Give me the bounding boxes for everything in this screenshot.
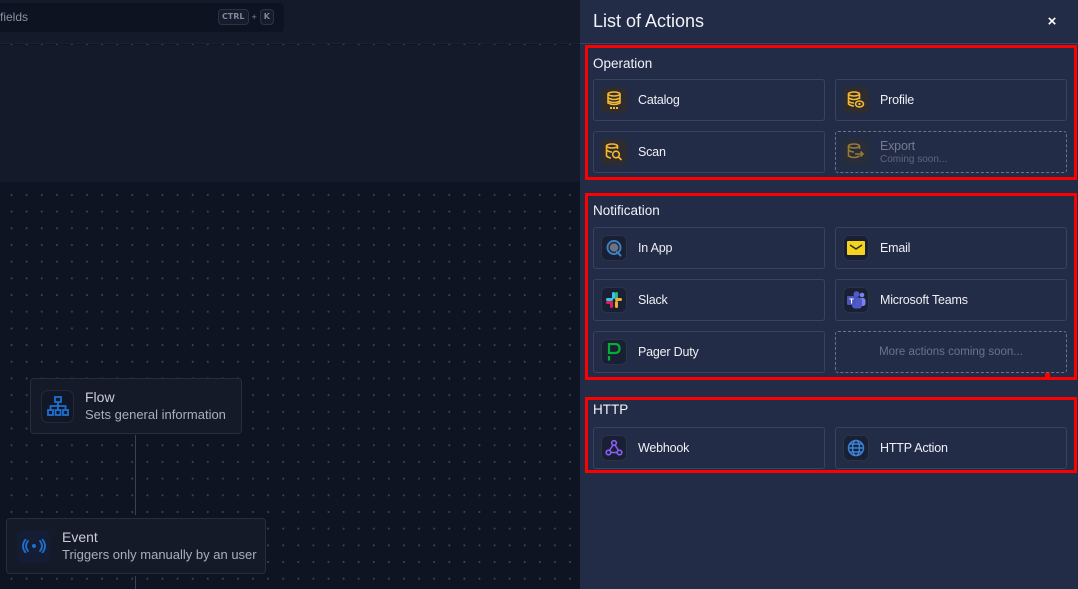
action-pager-duty[interactable]: Pager Duty	[593, 331, 825, 373]
action-label: Export	[880, 139, 915, 153]
slack-icon	[601, 287, 627, 313]
kbd-ctrl: CTRL	[217, 9, 249, 25]
kbd-plus: +	[251, 12, 257, 22]
action-microsoft-teams[interactable]: T Microsoft Teams	[835, 279, 1067, 321]
globe-icon	[843, 435, 869, 461]
node-connector	[135, 435, 136, 515]
action-email[interactable]: Email	[835, 227, 1067, 269]
action-http-action[interactable]: HTTP Action	[835, 427, 1067, 469]
svg-text:T: T	[849, 296, 854, 305]
action-label: In App	[638, 241, 673, 255]
panel-title: List of Actions	[593, 11, 705, 31]
coming-soon-label: Coming soon...	[880, 154, 948, 165]
search-fields-input[interactable]: d fields CTRL + K	[0, 3, 284, 32]
flow-canvas[interactable]: d fields CTRL + K Flow Sets gener	[0, 0, 580, 589]
node-connector	[135, 576, 136, 589]
action-label: Slack	[638, 293, 668, 307]
flow-node-title: Flow	[85, 389, 115, 405]
webhook-icon	[601, 435, 627, 461]
email-icon	[843, 235, 869, 261]
section-http: HTTP Webhook HTTP Action	[585, 397, 1077, 473]
action-slack[interactable]: Slack	[593, 279, 825, 321]
event-node[interactable]: Event Triggers only manually by an user	[6, 518, 266, 574]
flow-node[interactable]: Flow Sets general information	[30, 378, 242, 434]
close-icon[interactable]: ×	[1044, 13, 1060, 30]
event-node-title: Event	[62, 529, 98, 545]
action-label: Microsoft Teams	[880, 293, 968, 307]
action-label: Email	[880, 241, 911, 255]
action-export: Export Coming soon...	[835, 131, 1067, 173]
more-actions-label: More actions coming soon...	[879, 346, 1023, 358]
action-scan[interactable]: Scan	[593, 131, 825, 173]
search-shortcut: CTRL + K	[217, 9, 274, 25]
sitemap-icon	[41, 389, 74, 423]
section-notification: Notification In App Email Slack T Micros…	[585, 193, 1077, 380]
database-eye-icon	[843, 87, 869, 113]
flow-node-subtitle: Sets general information	[85, 407, 226, 422]
canvas-overlay	[0, 45, 580, 182]
section-title: HTTP	[593, 402, 629, 417]
in-app-icon	[601, 235, 627, 261]
kbd-k: K	[259, 9, 274, 25]
database-export-icon	[843, 139, 869, 165]
action-webhook[interactable]: Webhook	[593, 427, 825, 469]
highlight-marker	[1045, 373, 1050, 377]
teams-icon: T	[843, 287, 869, 313]
action-label: Webhook	[638, 441, 690, 455]
canvas-toolbar: d fields CTRL + K	[0, 0, 580, 44]
section-title: Notification	[593, 203, 660, 218]
database-search-icon	[601, 139, 627, 165]
action-in-app[interactable]: In App	[593, 227, 825, 269]
action-catalog[interactable]: Catalog	[593, 79, 825, 121]
action-label: Scan	[638, 145, 666, 159]
pagerduty-icon	[601, 339, 627, 365]
action-label: Pager Duty	[638, 345, 699, 359]
database-icon	[601, 87, 627, 113]
action-label: Catalog	[638, 93, 680, 107]
search-fields-text: d fields	[0, 10, 29, 24]
action-label: Profile	[880, 93, 915, 107]
actions-panel: List of Actions × Operation Catalog Prof…	[580, 0, 1078, 589]
action-profile[interactable]: Profile	[835, 79, 1067, 121]
action-label: HTTP Action	[880, 441, 948, 455]
section-title: Operation	[593, 56, 653, 71]
section-operation: Operation Catalog Profile Scan Export Co…	[585, 45, 1077, 180]
broadcast-icon	[17, 529, 50, 563]
more-actions-placeholder: More actions coming soon...	[835, 331, 1067, 373]
panel-header: List of Actions ×	[580, 0, 1078, 44]
event-node-subtitle: Triggers only manually by an user	[62, 547, 257, 562]
